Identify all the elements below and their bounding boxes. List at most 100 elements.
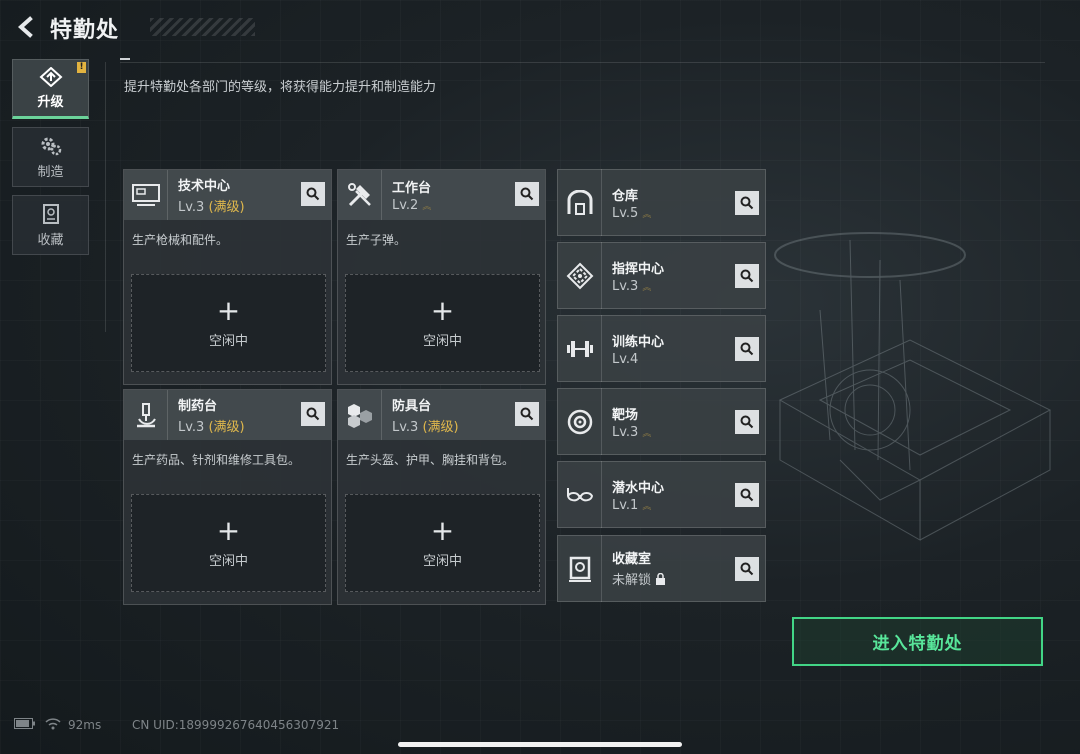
- facility-name: 训练中心: [612, 334, 665, 350]
- card-level: Lv.3: [178, 420, 205, 435]
- facility-level: Lv.4: [612, 351, 639, 367]
- inspect-button[interactable]: [735, 191, 759, 215]
- header-divider: [120, 62, 1045, 63]
- page-subtitle: 提升特勤处各部门的等级，将获得能力提升和制造能力: [124, 80, 437, 95]
- title-decoration: [150, 18, 255, 36]
- diving-mask-icon: [558, 461, 602, 528]
- inspect-button[interactable]: [515, 402, 539, 426]
- inspect-button[interactable]: [515, 182, 539, 206]
- command-icon: [558, 242, 602, 309]
- card-level: Lv.3: [178, 200, 205, 215]
- card-name: 技术中心: [178, 179, 231, 194]
- card-workbench: 工作台 Lv.2 ︽ 生产子弹。 + 空闲中: [337, 169, 546, 385]
- back-button[interactable]: [12, 12, 42, 42]
- facility-collection-room[interactable]: 收藏室 未解锁: [557, 535, 766, 602]
- production-slot[interactable]: + 空闲中: [131, 274, 326, 372]
- home-indicator[interactable]: [398, 742, 682, 747]
- facility-status: 未解锁: [612, 573, 652, 589]
- facility-training-center[interactable]: 训练中心 Lv.4: [557, 315, 766, 382]
- max-level-label: (满级): [422, 420, 459, 435]
- max-level-label: (满级): [208, 420, 245, 435]
- inspect-button[interactable]: [735, 337, 759, 361]
- magnifier-icon: [740, 342, 754, 356]
- card-description: 生产药品、针剂和维修工具包。: [132, 453, 301, 467]
- tab-craft[interactable]: 制造: [12, 127, 89, 187]
- inspect-button[interactable]: [735, 483, 759, 507]
- max-level-label: (满级): [208, 200, 245, 215]
- facility-name: 指挥中心: [612, 261, 665, 277]
- facility-command-center[interactable]: 指挥中心 Lv.3 ︽: [557, 242, 766, 309]
- tab-collection-label: 收藏: [37, 232, 64, 248]
- level-chevron-icon: ︽: [642, 501, 652, 512]
- card-header: 技术中心 Lv.3 (满级): [124, 170, 331, 220]
- uid-readout: CN UID:18999926764045630792​1: [132, 718, 340, 732]
- facility-level: Lv.5: [612, 205, 639, 221]
- lock-icon: [655, 572, 666, 589]
- header-tick: [120, 58, 130, 60]
- monitor-icon: [124, 170, 168, 220]
- battery-icon: [14, 718, 36, 732]
- upgrade-icon: [39, 66, 62, 87]
- card-description: 生产头盔、护甲、胸挂和背包。: [346, 453, 515, 467]
- magnifier-icon: [520, 187, 534, 201]
- warehouse-icon: [558, 169, 602, 236]
- plus-icon: +: [430, 293, 455, 327]
- magnifier-icon: [306, 187, 320, 201]
- card-description: 生产枪械和配件。: [132, 233, 229, 247]
- page-title: 特勤处: [50, 18, 120, 43]
- slot-status: 空闲中: [422, 553, 462, 569]
- inspect-button[interactable]: [735, 410, 759, 434]
- ping-readout: 92ms: [68, 718, 102, 732]
- magnifier-icon: [740, 269, 754, 283]
- slot-status: 空闲中: [422, 333, 462, 349]
- facility-warehouse[interactable]: 仓库 Lv.5 ︽: [557, 169, 766, 236]
- facility-shooting-range[interactable]: 靶场 Lv.3 ︽: [557, 388, 766, 455]
- card-pharmacy: 制药台 Lv.3 (满级) 生产药品、针剂和维修工具包。 + 空闲中: [123, 389, 332, 605]
- magnifier-icon: [740, 562, 754, 576]
- card-header: 制药台 Lv.3 (满级): [124, 390, 331, 440]
- tab-upgrade[interactable]: ! 升级: [12, 59, 89, 119]
- inspect-button[interactable]: [301, 402, 325, 426]
- side-divider: [105, 62, 106, 332]
- magnifier-icon: [520, 407, 534, 421]
- card-name: 制药台: [178, 399, 218, 414]
- dumbbell-icon: [558, 315, 602, 382]
- magnifier-icon: [740, 415, 754, 429]
- facility-level: Lv.3: [612, 278, 639, 294]
- collection-icon: [42, 203, 59, 224]
- card-name: 工作台: [392, 181, 432, 196]
- production-slot[interactable]: + 空闲中: [345, 494, 540, 592]
- inspect-button[interactable]: [735, 264, 759, 288]
- facility-name: 仓库: [612, 188, 639, 204]
- tab-collection[interactable]: 收藏: [12, 195, 89, 255]
- cubes-icon: [338, 390, 382, 440]
- card-description: 生产子弹。: [346, 233, 407, 247]
- plus-icon: +: [216, 513, 241, 547]
- level-chevron-icon: ︽: [642, 282, 652, 293]
- target-icon: [558, 388, 602, 455]
- facility-name: 靶场: [612, 407, 639, 423]
- plus-icon: +: [430, 513, 455, 547]
- inspect-button[interactable]: [735, 557, 759, 581]
- production-slot[interactable]: + 空闲中: [131, 494, 326, 592]
- level-chevron-icon: ︽: [642, 428, 652, 439]
- facility-diving-center[interactable]: 潜水中心 Lv.1 ︽: [557, 461, 766, 528]
- facility-level: Lv.3: [612, 424, 639, 440]
- inspect-button[interactable]: [301, 182, 325, 206]
- base-illustration: [774, 232, 1052, 541]
- card-header: 工作台 Lv.2 ︽: [338, 170, 545, 220]
- enter-special-ops-button[interactable]: 进入特勤处: [792, 617, 1043, 666]
- magnifier-icon: [740, 488, 754, 502]
- magnifier-icon: [740, 196, 754, 210]
- vault-icon: [558, 535, 602, 602]
- tab-craft-label: 制造: [37, 164, 64, 180]
- slot-status: 空闲中: [208, 553, 248, 569]
- facility-name: 收藏室: [612, 552, 652, 568]
- plus-icon: +: [216, 293, 241, 327]
- production-slot[interactable]: + 空闲中: [345, 274, 540, 372]
- gears-icon: [41, 137, 61, 155]
- tools-icon: [338, 170, 382, 220]
- card-level: Lv.3: [392, 420, 419, 435]
- tab-upgrade-label: 升级: [37, 94, 64, 110]
- card-name: 防具台: [392, 399, 432, 414]
